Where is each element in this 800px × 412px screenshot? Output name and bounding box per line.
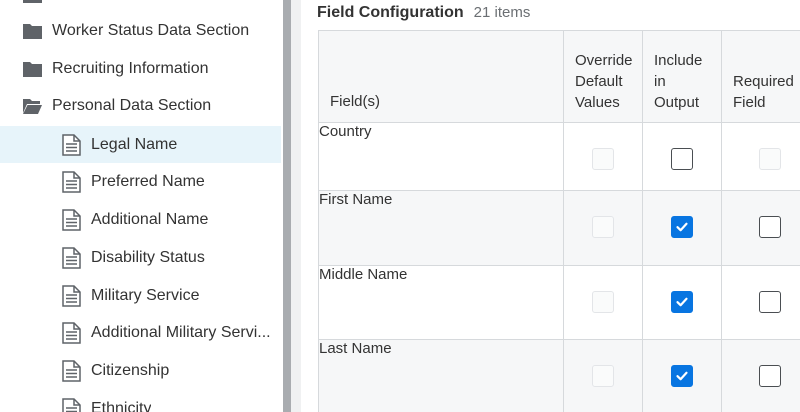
main-panel: Field Configuration 21 items Field(s) Ov… [301,0,800,412]
document-icon [62,321,81,344]
table-header-row: Field(s) Override Default Values Include… [318,30,800,123]
document-icon [62,284,81,307]
field-configuration-table: Field(s) Override Default Values Include… [318,30,800,412]
include-cell [642,265,722,340]
column-header-override-default-values[interactable]: Override Default Values [563,30,643,123]
override-cell [563,339,643,412]
column-header-label: in [654,73,666,90]
include-cell [642,190,722,266]
sidebar-item-military-service[interactable]: Military Service [0,277,281,314]
sidebar-item-label: Recruiting Information [52,59,209,77]
override-default-checkbox [592,216,614,238]
include-in-output-checkbox[interactable] [671,291,693,313]
include-in-output-checkbox[interactable] [671,365,693,387]
field-name-cell: Middle Name [318,265,564,340]
document-icon [62,359,81,382]
document-icon [62,208,81,231]
column-header-label: Values [575,94,620,111]
sidebar-item-legal-name[interactable]: Legal Name [0,126,281,163]
column-header-label: Field(s) [330,93,381,110]
sidebar-item-personal-data[interactable]: Personal Data Section [0,87,281,124]
sidebar-item-ethnicity[interactable]: Ethnicity [0,390,281,412]
sidebar-tree: Worker Status Data Section Recruiting In… [0,0,283,412]
table-row: First Name [318,190,800,266]
document-icon [62,397,81,412]
sidebar-item-label: Citizenship [91,361,170,379]
sidebar-item-label: Preferred Name [91,172,205,190]
column-header-fields[interactable]: Field(s) [318,30,564,123]
document-icon [62,246,81,269]
override-cell [563,265,643,340]
section-title: Field Configuration [317,4,464,21]
sidebar-item-label: Worker Status Data Section [52,21,250,39]
column-header-required-field[interactable]: Required Field [721,30,800,123]
sidebar-item-additional-military-service[interactable]: Additional Military Servi... [0,314,281,351]
include-in-output-checkbox[interactable] [671,216,693,238]
checkmark-icon [676,222,688,232]
field-name-cell: Last Name [318,339,564,412]
sidebar-item-preferred-name[interactable]: Preferred Name [0,163,281,200]
include-cell [642,339,722,412]
table-row: Middle Name [318,265,800,340]
sidebar-item-citizenship[interactable]: Citizenship [0,352,281,389]
sidebar-item-label: Disability Status [91,248,205,266]
required-cell [721,265,800,340]
required-cell [721,122,800,191]
column-header-label: Override [575,52,633,69]
table-row: Last Name [318,339,800,412]
override-cell [563,190,643,266]
folder-icon [23,61,42,77]
sidebar-item-label: Ethnicity [91,399,152,412]
required-field-checkbox[interactable] [759,291,781,313]
sidebar-item-additional-name[interactable]: Additional Name [0,201,281,238]
table-row: Country [318,122,800,191]
column-header-label: Default [575,73,623,90]
required-cell [721,190,800,266]
override-default-checkbox [592,291,614,313]
sidebar-item-recruiting[interactable]: Recruiting Information [0,50,281,87]
pane-splitter-scrollbar[interactable] [283,0,291,412]
column-header-label: Output [654,94,700,111]
sidebar-item-label: Additional Name [91,210,209,228]
column-header-label: Required [733,73,794,90]
field-name-cell: Country [318,122,564,191]
override-default-checkbox [592,148,614,170]
app-root: Worker Status Data Section Recruiting In… [0,0,800,412]
folder-open-icon [23,98,42,114]
override-default-checkbox [592,365,614,387]
column-header-label: Field [733,94,766,111]
override-cell [563,122,643,191]
item-count: 21 items [473,4,531,21]
document-icon [62,133,81,156]
sidebar-item-label: Personal Data Section [52,96,212,114]
checkmark-icon [676,371,688,381]
column-header-label: Include [654,52,703,69]
include-in-output-checkbox[interactable] [671,148,693,170]
folder-icon [23,23,42,39]
sidebar-item-disability-status[interactable]: Disability Status [0,239,281,276]
required-field-checkbox[interactable] [759,365,781,387]
include-cell [642,122,722,191]
required-cell [721,339,800,412]
pane-gutter [291,0,301,412]
column-header-include-in-output[interactable]: Include in Output [642,30,722,123]
document-icon [62,170,81,193]
sidebar-item-label: Additional Military Servi... [91,323,271,341]
folder-icon [23,0,42,3]
sidebar-item-label: Legal Name [91,135,178,153]
section-header: Field Configuration 21 items [317,4,530,24]
required-field-checkbox[interactable] [759,216,781,238]
checkmark-icon [676,297,688,307]
field-name-cell: First Name [318,190,564,266]
sidebar-item-label: Military Service [91,286,200,304]
required-field-checkbox [759,148,781,170]
sidebar-item-worker-status[interactable]: Worker Status Data Section [0,12,281,49]
